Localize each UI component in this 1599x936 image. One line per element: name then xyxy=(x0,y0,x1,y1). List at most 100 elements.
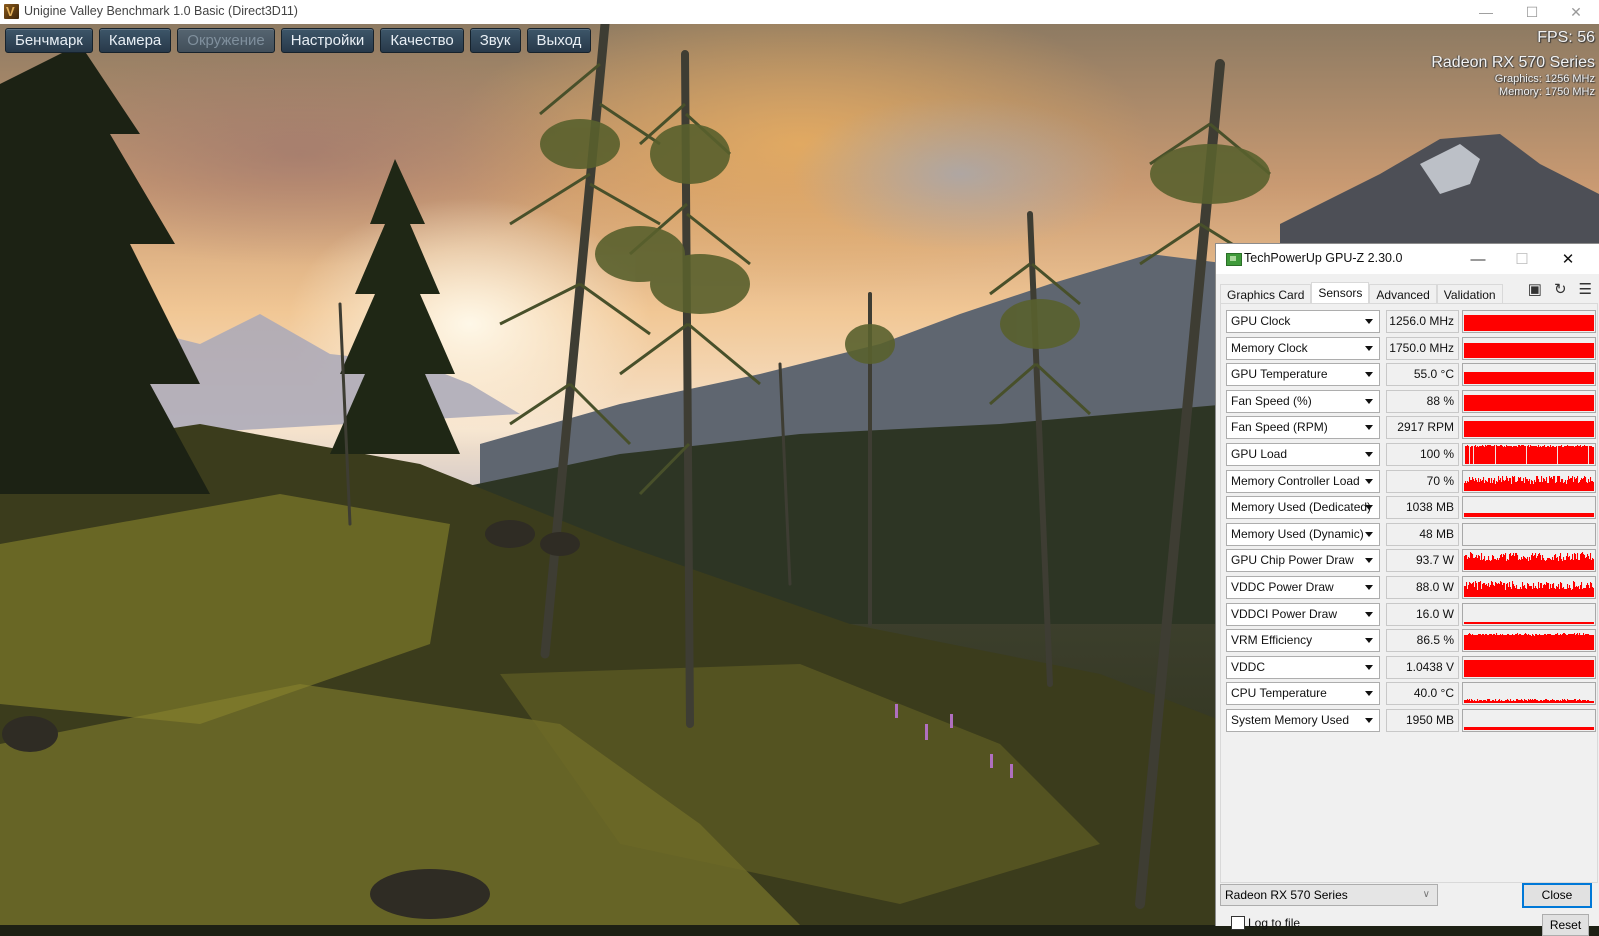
graph-bar xyxy=(1482,342,1484,358)
graph-bar xyxy=(1483,315,1485,331)
menu-exit-button[interactable]: Выход xyxy=(526,28,592,53)
sensor-name-dropdown[interactable]: System Memory Used xyxy=(1226,709,1380,732)
graph-bar xyxy=(1562,372,1564,385)
sensor-value: 1950 MB xyxy=(1386,709,1459,732)
log-to-file[interactable]: Log to file xyxy=(1231,916,1300,930)
graph-bar xyxy=(1591,394,1593,411)
sensor-name: Memory Clock xyxy=(1231,340,1308,355)
graph-bar xyxy=(1520,513,1522,518)
graph-bar xyxy=(1539,342,1541,358)
graph-bar xyxy=(1526,589,1528,597)
menu-camera-button[interactable]: Камера xyxy=(98,28,172,53)
graph-bar xyxy=(1512,701,1514,704)
graph-bar xyxy=(1585,558,1587,571)
graph-bar xyxy=(1464,482,1466,491)
refresh-icon[interactable]: ↻ xyxy=(1554,280,1567,298)
menu-sound-button[interactable]: Звук xyxy=(469,28,521,53)
graph-bar xyxy=(1523,394,1525,411)
sensor-name-dropdown[interactable]: VDDC xyxy=(1226,655,1380,679)
graph-bar xyxy=(1566,372,1568,385)
graph-bar xyxy=(1514,727,1516,730)
graph-bar xyxy=(1522,559,1524,571)
graph-bar xyxy=(1480,478,1482,491)
graph-bar xyxy=(1531,394,1533,411)
sensor-name-dropdown[interactable]: VDDC Power Draw xyxy=(1226,576,1380,599)
reset-button[interactable]: Reset xyxy=(1542,914,1589,936)
sensor-name-dropdown[interactable]: Memory Clock xyxy=(1226,336,1380,360)
gpuz-minimize-button[interactable]: — xyxy=(1456,244,1500,274)
graph-bar xyxy=(1531,342,1533,358)
graph-bar xyxy=(1534,479,1536,491)
graph-bar xyxy=(1565,727,1567,730)
sensor-name-dropdown[interactable]: CPU Temperature xyxy=(1226,682,1380,706)
tab-graphics-card[interactable]: Graphics Card xyxy=(1220,284,1312,304)
sensor-name-dropdown[interactable]: Fan Speed (RPM) xyxy=(1226,416,1380,440)
sensor-name-dropdown[interactable]: GPU Temperature xyxy=(1226,363,1380,387)
graph-bar xyxy=(1590,635,1592,651)
graph-bar xyxy=(1512,659,1514,677)
graph-bar xyxy=(1486,372,1488,385)
graph-bar xyxy=(1572,421,1574,438)
sensor-name-dropdown[interactable]: Memory Controller Load xyxy=(1226,469,1380,493)
graph-bar xyxy=(1587,482,1589,491)
graph-bar xyxy=(1520,659,1522,677)
graph-bar xyxy=(1566,659,1568,677)
graph-bar xyxy=(1528,342,1530,358)
sensor-name-dropdown[interactable]: Fan Speed (%) xyxy=(1226,389,1380,413)
graph-bar xyxy=(1511,589,1513,597)
graph-bar xyxy=(1553,583,1555,597)
graph-bar xyxy=(1489,634,1491,651)
graph-bar xyxy=(1478,621,1480,624)
graph-bar xyxy=(1565,394,1567,411)
graph-bar xyxy=(1512,421,1514,438)
graph-bar xyxy=(1569,659,1571,677)
graph-bar xyxy=(1550,513,1552,518)
sensor-name: GPU Load xyxy=(1231,447,1288,461)
graph-bar xyxy=(1476,513,1478,518)
sensor-name-dropdown[interactable]: Memory Used (Dedicated) xyxy=(1226,496,1380,520)
menu-icon[interactable]: ☰ xyxy=(1579,280,1592,298)
log-to-file-checkbox[interactable] xyxy=(1231,916,1245,930)
graph-bar xyxy=(1500,555,1502,571)
graph-bar xyxy=(1480,581,1482,597)
menu-quality-button[interactable]: Качество xyxy=(380,28,464,53)
sensor-name-dropdown[interactable]: VRM Efficiency xyxy=(1226,629,1380,653)
gpu-select-dropdown[interactable]: Radeon RX 570 Series ∨ xyxy=(1220,884,1438,906)
graph-bar xyxy=(1520,587,1522,597)
graph-bar xyxy=(1543,585,1545,597)
sensor-name-dropdown[interactable]: GPU Clock xyxy=(1226,310,1380,333)
graph-bar xyxy=(1559,421,1561,438)
tab-advanced[interactable]: Advanced xyxy=(1369,284,1437,304)
graph-bar xyxy=(1583,446,1585,464)
graph-bar xyxy=(1575,635,1577,651)
sensor-name-dropdown[interactable]: Memory Used (Dynamic) xyxy=(1226,522,1380,546)
menu-settings-button[interactable]: Настройки xyxy=(280,28,375,53)
sensor-name-dropdown[interactable]: GPU Load xyxy=(1226,443,1380,466)
menu-benchmark-button[interactable]: Бенчмарк xyxy=(5,28,93,53)
graph-bar xyxy=(1566,635,1568,651)
graph-bar xyxy=(1486,621,1488,624)
graph-bar xyxy=(1523,372,1525,385)
sensor-name-dropdown[interactable]: VDDCI Power Draw xyxy=(1226,602,1380,626)
graph-bar xyxy=(1576,372,1578,385)
tab-sensors[interactable]: Sensors xyxy=(1311,282,1370,305)
minimize-button[interactable]: — xyxy=(1463,0,1509,24)
graph-bar xyxy=(1502,634,1504,651)
graph-bar xyxy=(1464,394,1466,411)
gpuz-close-dialog-button[interactable]: Close xyxy=(1522,883,1592,908)
close-button[interactable]: ✕ xyxy=(1553,0,1599,24)
graph-bar xyxy=(1510,727,1512,730)
camera-icon[interactable]: ▣ xyxy=(1528,280,1542,298)
gpuz-maximize-button[interactable]: ☐ xyxy=(1500,244,1544,274)
menu-environment-button[interactable]: Окружение xyxy=(177,28,275,53)
graph-bar xyxy=(1587,634,1589,651)
gpuz-close-button[interactable]: ✕ xyxy=(1546,244,1590,274)
graph-bar xyxy=(1501,372,1503,385)
graph-bar xyxy=(1539,372,1541,385)
tab-validation[interactable]: Validation xyxy=(1436,284,1503,304)
graph-bar xyxy=(1484,372,1486,385)
sensor-name-dropdown[interactable]: GPU Chip Power Draw xyxy=(1226,549,1380,573)
maximize-button[interactable]: ☐ xyxy=(1509,0,1555,24)
graph-bar xyxy=(1537,556,1539,571)
graph-bar xyxy=(1518,372,1520,385)
